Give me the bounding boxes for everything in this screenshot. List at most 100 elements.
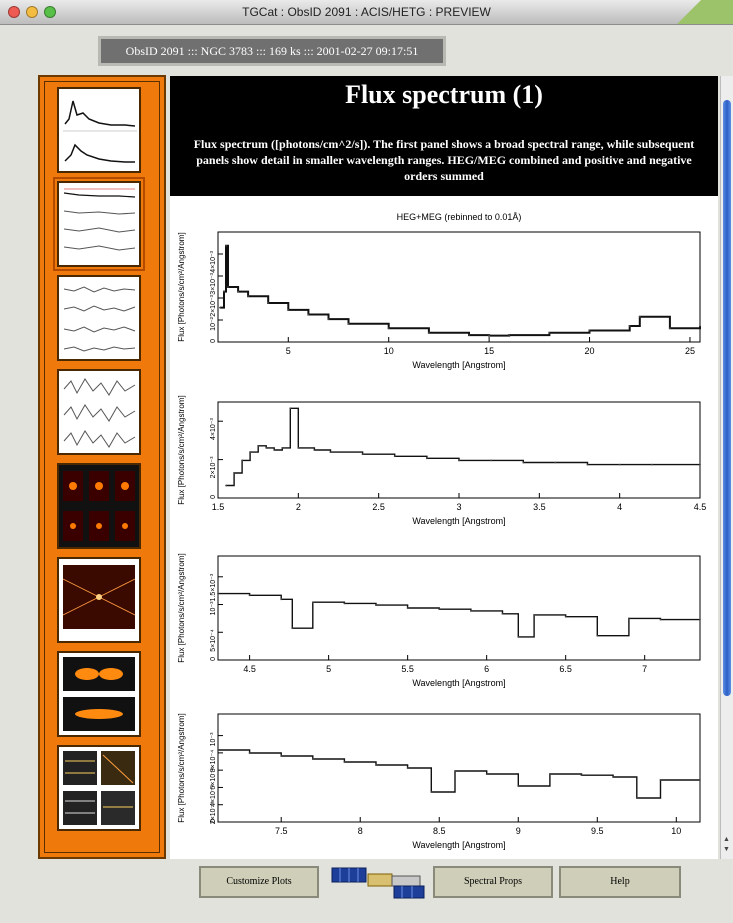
spectrum-series-1 — [220, 244, 701, 337]
data-point — [586, 463, 589, 466]
x-tick-label: 10 — [384, 346, 394, 356]
x-tick-label: 8.5 — [433, 826, 446, 836]
x-tick-label: 6 — [484, 664, 489, 674]
y-tick-label: 3×10⁻³ — [210, 272, 217, 294]
scroll-up-arrow-icon[interactable]: ▲ — [723, 836, 730, 843]
y-tick-label: 0 — [210, 495, 217, 499]
thumbnail-dispersion-image[interactable] — [57, 557, 141, 643]
customize-plots-button[interactable]: Customize Plots — [199, 866, 319, 898]
y-tick-label: 10⁻³ — [210, 601, 217, 615]
data-point — [233, 472, 235, 474]
data-point — [375, 764, 377, 766]
plot-title: HEG+MEG (rebinned to 0.01Å) — [397, 212, 522, 222]
data-point — [508, 334, 511, 337]
panel-header: Flux spectrum (1) Flux spectrum ([photon… — [170, 76, 718, 196]
y-axis-label: Flux [Photons/s/cm²/Angstrom] — [177, 713, 186, 822]
data-point — [659, 779, 662, 781]
data-point — [438, 608, 441, 611]
data-point — [469, 609, 472, 612]
x-tick-label: 7 — [642, 664, 647, 674]
spectrum-series-4 — [218, 749, 700, 799]
data-point — [347, 322, 350, 325]
data-point — [393, 455, 396, 458]
x-tick-label: 5.5 — [401, 664, 414, 674]
data-point — [596, 634, 599, 637]
data-point — [280, 755, 283, 757]
thumbnail-event-images[interactable] — [57, 463, 141, 549]
flux-spectrum-plots: HEG+MEG (rebinned to 0.01Å)5 10 15 20 25010⁻… — [177, 212, 706, 850]
thumbnail-sidebar — [38, 75, 166, 859]
x-tick-label: 2 — [296, 502, 301, 512]
data-point — [427, 331, 430, 334]
data-point — [297, 447, 300, 449]
x-axis-label: Wavelength [Angstrom] — [412, 360, 505, 370]
data-point — [554, 461, 557, 464]
thumbnail-grating-arms[interactable] — [57, 745, 141, 831]
data-point — [361, 453, 364, 456]
data-point — [517, 635, 520, 638]
x-axis-label: Wavelength [Angstrom] — [412, 840, 505, 850]
data-point — [223, 290, 225, 293]
data-point — [490, 459, 493, 462]
observation-info-box: ObsID 2091 ::: NGC 3783 ::: 169 ks ::: 2… — [98, 36, 446, 66]
data-point — [430, 791, 433, 793]
data-point — [454, 770, 456, 772]
plot-frame-4 — [217, 713, 701, 823]
data-point — [699, 463, 701, 466]
thumbnail-flux-spectrum-1[interactable] — [53, 177, 145, 271]
data-point — [468, 334, 470, 337]
y-axis-label: Flux [Photons/s/cm²/Angstrom] — [177, 395, 186, 504]
content-scrollbar[interactable]: ▲ ▼ — [720, 76, 733, 859]
x-tick-label: 1.5 — [212, 502, 225, 512]
data-point — [406, 607, 409, 609]
y-axis-label: Flux [Photons/s/cm²/Angstrom] — [177, 232, 186, 341]
chandra-satellite-icon — [331, 867, 425, 899]
y-axis-label: Flux [Photons/s/cm²/Angstrom] — [177, 553, 186, 662]
data-point — [219, 306, 221, 309]
data-point — [628, 325, 631, 327]
thumbnail-order-sorting[interactable] — [57, 651, 141, 737]
x-tick-label: 4 — [617, 502, 622, 512]
desktop-corner — [663, 0, 733, 24]
x-tick-label: 6.5 — [559, 664, 572, 674]
panel-description: Flux spectrum ([photons/cm^2/s]). The fi… — [193, 137, 695, 183]
x-tick-label: 9 — [516, 826, 521, 836]
data-point — [618, 463, 621, 466]
x-tick-label: 7.5 — [275, 826, 288, 836]
preview-content: Flux spectrum (1) Flux spectrum ([photon… — [170, 76, 718, 859]
data-point — [249, 451, 252, 453]
thumbnail-flux-spectrum-2[interactable] — [57, 275, 141, 361]
x-tick-label: 8 — [358, 826, 363, 836]
x-axis-label: Wavelength [Angstrom] — [412, 678, 505, 688]
data-point — [533, 614, 535, 616]
data-point — [273, 449, 276, 451]
thumbnail-flux-overview[interactable] — [57, 87, 141, 173]
data-point — [287, 309, 290, 311]
data-point — [225, 244, 227, 247]
data-point — [289, 407, 292, 410]
data-point — [425, 457, 428, 460]
scrollbar-thumb[interactable] — [723, 100, 731, 696]
scroll-down-arrow-icon[interactable]: ▼ — [723, 846, 730, 853]
y-tick-label: 4×10⁻³ — [210, 250, 217, 272]
data-point — [329, 451, 332, 453]
data-point — [699, 325, 701, 327]
help-button[interactable]: Help — [559, 866, 681, 898]
spectral-props-button[interactable]: Spectral Props — [433, 866, 553, 898]
y-tick-label: 8×10⁻⁴ — [210, 750, 217, 772]
thumbnail-flux-spectrum-3[interactable] — [57, 369, 141, 455]
data-point — [564, 615, 567, 618]
x-tick-label: 4.5 — [243, 664, 256, 674]
data-point — [638, 315, 641, 318]
plot-frame-3 — [217, 555, 701, 661]
x-tick-label: 25 — [685, 346, 695, 356]
data-point — [291, 627, 294, 630]
data-point — [627, 617, 630, 620]
data-point — [387, 327, 390, 330]
y-tick-label: 10⁻² — [210, 316, 217, 330]
x-axis-label: Wavelength [Angstrom] — [412, 516, 505, 526]
data-point — [311, 758, 314, 760]
spectrum-series-2 — [226, 407, 700, 487]
data-point — [265, 447, 268, 449]
x-tick-label: 20 — [585, 346, 595, 356]
